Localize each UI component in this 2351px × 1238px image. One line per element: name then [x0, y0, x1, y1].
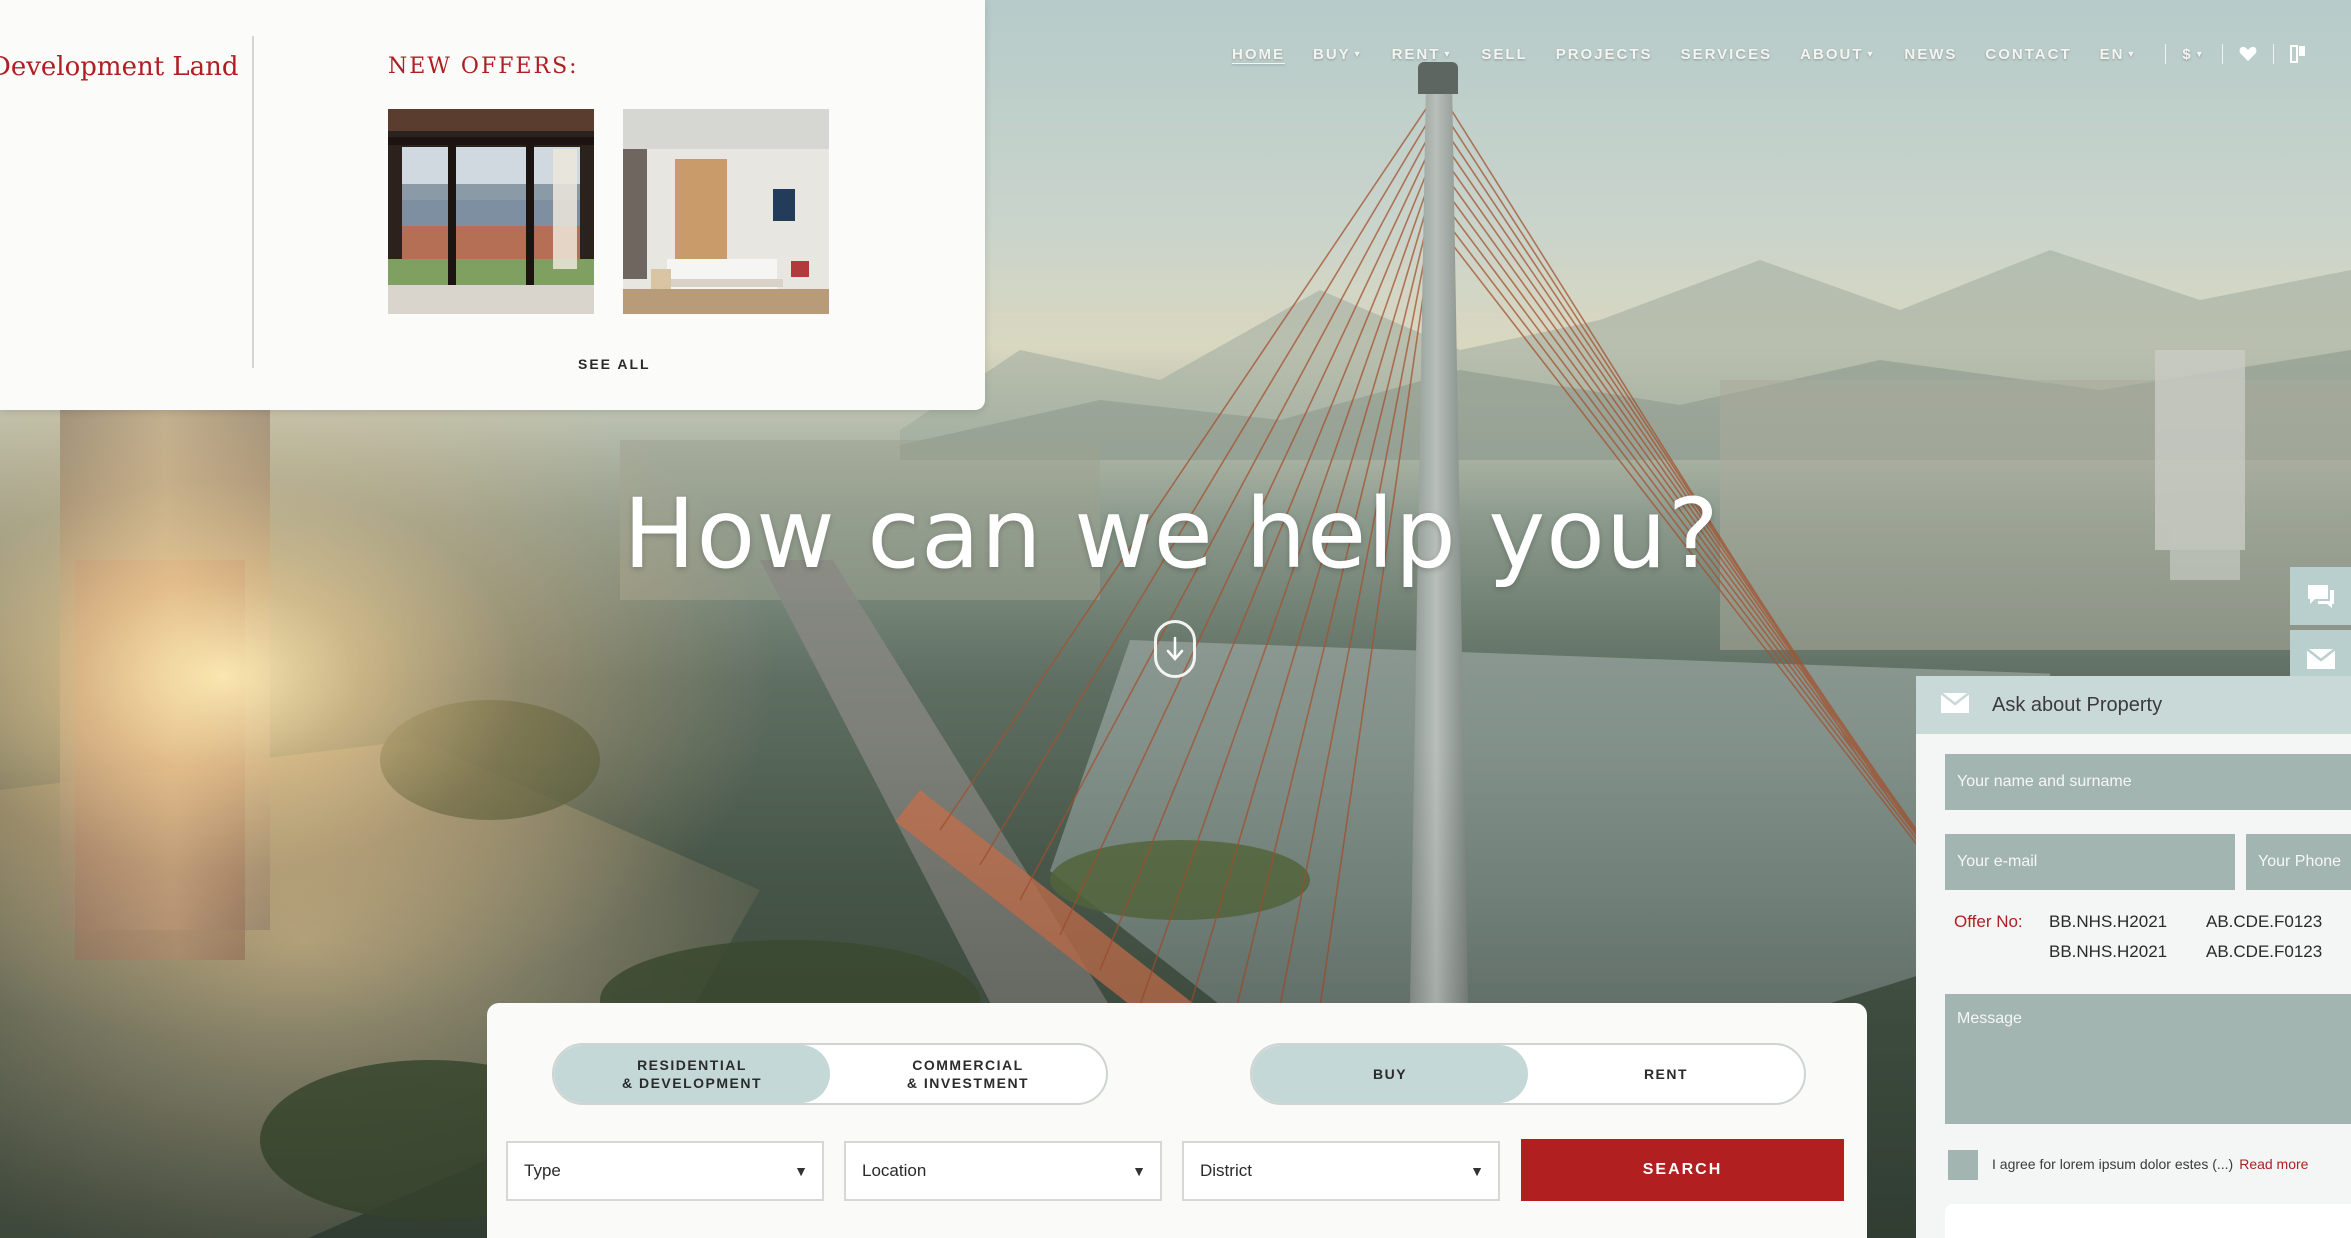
agree-label: I agree for lorem ipsum dolor estes (...…: [1992, 1156, 2308, 1172]
tab-residential-development[interactable]: RESIDENTIAL & DEVELOPMENT: [554, 1045, 830, 1103]
offer-code: BB.NHS.H2021: [2049, 912, 2168, 931]
caret-down-icon: ▼: [1132, 1163, 1146, 1179]
menu-divider: [252, 36, 254, 368]
name-field[interactable]: Your name and surname: [1945, 754, 2351, 810]
type-select-value: Type: [524, 1161, 561, 1180]
nav-divider: [2165, 44, 2167, 64]
mail-icon: [1940, 690, 1970, 721]
nav-projects-label: PROJECTS: [1555, 45, 1653, 63]
compare-icon[interactable]: [2289, 45, 2306, 63]
chevron-down-icon: ▼: [2126, 49, 2138, 59]
agree-text: I agree for lorem ipsum dolor estes (...…: [1992, 1156, 2234, 1172]
agree-checkbox[interactable]: [1948, 1150, 1978, 1180]
nav-home-label: HOME: [1232, 45, 1285, 63]
chevron-down-icon: ▼: [1352, 49, 1364, 59]
nav-contact[interactable]: CONTACT: [1985, 46, 2071, 63]
new-offers-heading: NEW OFFERS:: [388, 54, 579, 79]
ask-panel-header[interactable]: Ask about Property: [1916, 676, 2351, 734]
nav-buy[interactable]: BUY ▼: [1313, 46, 1364, 63]
message-field[interactable]: Message: [1945, 994, 2351, 1124]
location-select-value: Location: [862, 1161, 927, 1180]
mega-menu-dropdown: Development Land ˋ ˋ NEW OFFERS:: [0, 0, 985, 410]
language-select[interactable]: EN ▼: [2100, 46, 2138, 63]
language-label: EN: [2099, 45, 2125, 63]
nav-contact-label: CONTACT: [1985, 45, 2072, 63]
district-select-value: District: [1200, 1161, 1252, 1180]
mode-toggle: BUY RENT: [1250, 1043, 1806, 1105]
chevron-down-icon: ▼: [2194, 49, 2206, 59]
arrow-down-icon[interactable]: [1154, 620, 1196, 678]
type-select[interactable]: Type ▼: [506, 1141, 824, 1201]
tab-commercial-investment[interactable]: COMMERCIAL & INVESTMENT: [830, 1045, 1106, 1103]
offer-code: BB.NHS.H2021: [2049, 942, 2168, 961]
tab-buy[interactable]: BUY: [1252, 1045, 1528, 1103]
district-select[interactable]: District ▼: [1182, 1141, 1500, 1201]
email-field[interactable]: Your e-mail: [1945, 834, 2235, 890]
ask-about-property-panel: Ask about Property Your name and surname…: [1916, 676, 2351, 1238]
nav-rent-label: RENT: [1391, 45, 1441, 63]
search-button[interactable]: SEARCH: [1521, 1139, 1844, 1201]
see-all-link[interactable]: SEE ALL: [578, 356, 651, 372]
phone-field[interactable]: Your Phone: [2246, 834, 2351, 890]
location-select[interactable]: Location ▼: [844, 1141, 1162, 1201]
nav-divider: [2272, 44, 2274, 64]
nav-news-label: NEWS: [1904, 45, 1958, 63]
chevron-down-icon: ▼: [1865, 49, 1877, 59]
nav-about-label: ABOUT: [1800, 45, 1864, 63]
caret-down-icon: ▼: [1470, 1163, 1484, 1179]
offer-code: AB.CDE.F0123: [2206, 912, 2323, 931]
offer-thumbnail-terrace[interactable]: [388, 109, 594, 314]
heart-icon[interactable]: [2239, 46, 2257, 62]
property-search-panel: RESIDENTIAL & DEVELOPMENT COMMERCIAL & I…: [487, 1003, 1867, 1238]
offer-number-label: Offer No:: [1954, 912, 2023, 931]
segment-toggle: RESIDENTIAL & DEVELOPMENT COMMERCIAL & I…: [552, 1043, 1108, 1105]
nav-divider: [2221, 44, 2223, 64]
nav-services-label: SERVICES: [1680, 45, 1773, 63]
nav-sell[interactable]: SELL: [1481, 46, 1527, 63]
read-more-link[interactable]: Read more: [2239, 1156, 2308, 1172]
terrace-photo: [388, 109, 594, 314]
tab-rent[interactable]: RENT: [1528, 1045, 1804, 1103]
nav-news[interactable]: NEWS: [1904, 46, 1957, 63]
ask-form: Your name and surname Your e-mail Your P…: [1916, 734, 2351, 1238]
nav-rent[interactable]: RENT ▼: [1392, 46, 1454, 63]
nav-about[interactable]: ABOUT ▼: [1800, 46, 1876, 63]
bedroom-photo: [623, 109, 829, 314]
hero-title: How can we help you?: [623, 478, 1720, 590]
offer-code: AB.CDE.F0123: [2206, 942, 2323, 961]
nav-home[interactable]: HOME: [1232, 46, 1285, 63]
currency-select[interactable]: $ ▼: [2182, 46, 2205, 63]
ask-panel-footer: [1945, 1204, 2351, 1238]
menu-category-title[interactable]: Development Land: [0, 52, 239, 82]
chat-icon[interactable]: [2290, 567, 2351, 625]
nav-sell-label: SELL: [1481, 45, 1528, 63]
caret-down-icon: ▼: [794, 1163, 808, 1179]
nav-buy-label: BUY: [1313, 45, 1351, 63]
offer-thumbnail-bedroom[interactable]: [623, 109, 829, 314]
ask-panel-title: Ask about Property: [1992, 693, 2163, 716]
currency-label: $: [2182, 45, 2193, 63]
nav-projects[interactable]: PROJECTS: [1556, 46, 1653, 63]
nav-services[interactable]: SERVICES: [1681, 46, 1773, 63]
chevron-down-icon: ▼: [1442, 49, 1454, 59]
main-nav: HOME BUY ▼ RENT ▼ SELL PROJECTS SERVICES A…: [1232, 44, 2322, 64]
